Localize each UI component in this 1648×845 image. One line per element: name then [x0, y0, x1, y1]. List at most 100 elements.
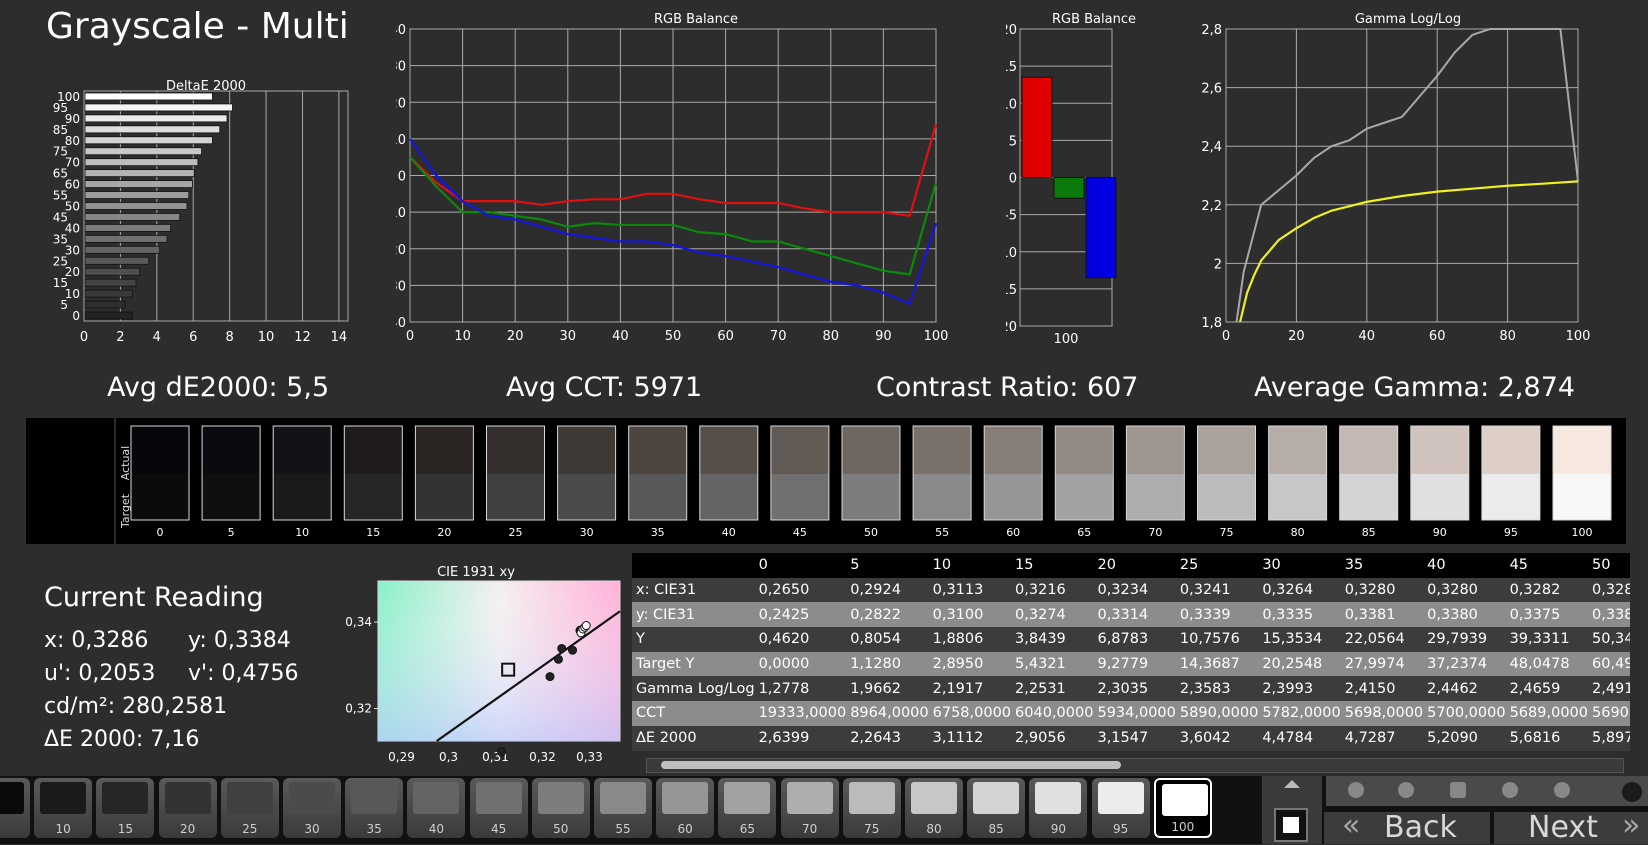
- table-row-label: CCT: [632, 701, 755, 726]
- patch-button[interactable]: 20: [158, 778, 217, 838]
- swatch-label: 95: [1504, 526, 1518, 539]
- swatch-actual: [984, 426, 1043, 474]
- stop-square-icon[interactable]: [1274, 808, 1308, 842]
- table-cell: 22,0564: [1340, 627, 1424, 652]
- play-icon[interactable]: [1398, 782, 1414, 798]
- table-cell: 0,3335: [1258, 602, 1341, 628]
- table-cell: 3,8439: [1011, 627, 1094, 652]
- record-icon[interactable]: [1622, 782, 1642, 802]
- swatch-label: 25: [509, 526, 523, 539]
- patch-label: 30: [304, 822, 320, 836]
- patch-color: [475, 782, 522, 814]
- rgb-line-y-tick: 30: [396, 60, 406, 75]
- loop-icon[interactable]: [1502, 782, 1518, 798]
- patch-button[interactable]: 30: [283, 778, 341, 838]
- swatch-label: 60: [1006, 526, 1020, 539]
- table-row-label: ΔE 2000: [632, 725, 755, 751]
- table-row-label: y: CIE31: [632, 602, 755, 628]
- delta-bar: [84, 169, 195, 178]
- current-reading-title: Current Reading: [44, 582, 264, 613]
- table-cell: 2,4462: [1423, 676, 1506, 702]
- scroll-up-icon[interactable]: [1284, 780, 1300, 788]
- rgb-line-x-tick: 0: [406, 329, 414, 344]
- table-cell: 0,2924: [846, 577, 929, 603]
- table-scrollbar-thumb[interactable]: [661, 761, 1121, 769]
- rgb-bar-y-tick: -10: [1006, 246, 1017, 261]
- patch-button[interactable]: 40: [407, 778, 466, 838]
- cie-point: [545, 672, 555, 682]
- reading-u: u': 0,2053: [44, 661, 156, 686]
- patch-button[interactable]: 70: [780, 778, 839, 838]
- patch-button[interactable]: 95: [1091, 778, 1150, 838]
- cie-1931-chart: CIE 1931 xy 0,29 0,3 0,31 0,32 0,330,340,32: [345, 565, 621, 764]
- patch-button[interactable]: 100: [1153, 778, 1212, 838]
- swatch-target: [131, 474, 189, 520]
- swatch-target: [1339, 474, 1398, 520]
- patch-label: 90: [1050, 822, 1067, 836]
- table-cell: 0,3381: [1340, 602, 1424, 628]
- delta-bar: [84, 267, 141, 276]
- patch-button[interactable]: 45: [469, 778, 528, 838]
- rgb-bar-y-tick: 5: [1009, 134, 1017, 149]
- gamma-y-tick: 2,4: [1201, 140, 1222, 155]
- gamma-x-tick: 80: [1499, 329, 1516, 344]
- patch-button[interactable]: 60: [656, 778, 715, 838]
- swatch-target: [415, 474, 474, 520]
- patch-label: 15: [117, 822, 134, 836]
- patch-button[interactable]: 80: [905, 778, 963, 838]
- patch-button[interactable]: 90: [1029, 778, 1088, 838]
- delta-bar: [84, 213, 181, 221]
- fit-icon[interactable]: [1450, 782, 1466, 798]
- gamma-chart: Gamma Log/Log 2,8 2,6 2,4 2,2 2 1,80 20 40 60 80 1…: [1201, 12, 1590, 344]
- table-cell: 2,1917: [928, 676, 1012, 702]
- patch-button[interactable]: 55: [594, 778, 652, 838]
- refresh-icon[interactable]: [1554, 782, 1570, 798]
- patch-color: [537, 782, 584, 814]
- cie-x-tick: 0,33: [576, 750, 603, 764]
- rgb-line-x-tick: 80: [823, 329, 840, 344]
- table-cell: 0,3100: [928, 602, 1012, 628]
- rgb-bar-y-tick: -15: [1006, 283, 1017, 298]
- table-scrollbar[interactable]: [646, 758, 1624, 773]
- swatch-label: 35: [651, 526, 665, 539]
- gamma-x-tick: 0: [1222, 329, 1230, 344]
- swatch-target: [344, 474, 403, 520]
- cie-x-tick: 0,32: [529, 750, 556, 764]
- table-cell: 9,2779: [1093, 651, 1176, 677]
- table-cell: 1,9662: [846, 676, 929, 702]
- delta-y-label: 5: [60, 298, 68, 312]
- patch-button[interactable]: 50: [531, 778, 590, 838]
- patch-color: [662, 782, 709, 814]
- patch-button[interactable]: 85: [967, 778, 1026, 838]
- patch-button[interactable]: 35: [345, 778, 404, 838]
- patch-scroll-control[interactable]: [1262, 776, 1322, 844]
- back-button[interactable]: « Back: [1324, 808, 1490, 845]
- swatch-target: [770, 474, 829, 520]
- table-cell: 5700,0000: [1423, 701, 1506, 726]
- delta-bar: [84, 147, 202, 156]
- patch-button[interactable]: 10: [34, 778, 93, 838]
- cie-point: [497, 747, 507, 757]
- patch-button[interactable]: 75: [842, 778, 901, 838]
- grayscale-swatch-strip: Actual Target 0 5 10 15 20 25 30 35 40 45 50 55 60 65…: [26, 418, 1626, 544]
- table-column-header: 20: [1093, 553, 1176, 578]
- patch-button[interactable]: 15: [96, 778, 155, 838]
- next-button[interactable]: Next »: [1494, 808, 1648, 845]
- stop-icon[interactable]: [1348, 782, 1364, 798]
- patch-button[interactable]: 25: [220, 778, 279, 838]
- swatch-target: [1197, 474, 1256, 520]
- back-label: Back: [1384, 810, 1457, 845]
- swatch-target: [984, 474, 1043, 520]
- delta-x-tick: 14: [331, 330, 348, 345]
- table-cell: 0,0000: [754, 651, 847, 677]
- table-cell: 20,2548: [1258, 651, 1341, 677]
- patch-button[interactable]: 65: [718, 778, 777, 838]
- patch-color: [413, 782, 460, 814]
- rgb-line-y-tick: -10: [396, 206, 406, 221]
- swatch-actual: [1553, 426, 1611, 474]
- table-cell: 14,3687: [1175, 651, 1259, 677]
- average-gamma-stat: Average Gamma: 2,874: [1254, 372, 1576, 403]
- swatch-label: 90: [1433, 526, 1447, 539]
- reading-x: x: 0,3286: [44, 628, 149, 653]
- patch-button[interactable]: [0, 778, 30, 838]
